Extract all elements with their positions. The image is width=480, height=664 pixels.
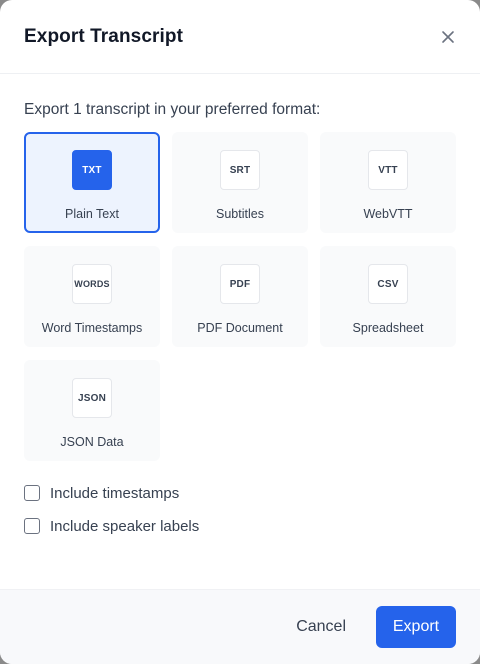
format-label: Subtitles: [216, 207, 264, 221]
txt-file-icon: TXT: [72, 150, 112, 190]
format-label: WebVTT: [363, 207, 413, 221]
include-timestamps-option[interactable]: Include timestamps: [24, 483, 456, 503]
pdf-file-icon: PDF: [220, 264, 260, 304]
export-options: Include timestamps Include speaker label…: [24, 483, 456, 536]
format-label: JSON Data: [60, 435, 124, 449]
include-timestamps-label: Include timestamps: [50, 484, 180, 502]
dialog-footer: Cancel Export: [0, 589, 480, 664]
format-label: PDF Document: [197, 321, 283, 335]
close-icon: [442, 30, 454, 43]
json-file-icon: JSON: [72, 378, 112, 418]
format-option-pdf-document[interactable]: PDF PDF Document: [172, 246, 308, 347]
cancel-button[interactable]: Cancel: [278, 606, 364, 648]
vtt-file-icon: VTT: [368, 150, 408, 190]
export-button[interactable]: Export: [376, 606, 456, 648]
csv-file-icon: CSV: [368, 264, 408, 304]
srt-file-icon: SRT: [220, 150, 260, 190]
dialog-body: Export 1 transcript in your preferred fo…: [0, 100, 480, 536]
format-option-subtitles[interactable]: SRT Subtitles: [172, 132, 308, 233]
format-grid: TXT Plain Text SRT Subtitles VTT WebVTT …: [24, 132, 456, 461]
dialog-header: Export Transcript: [0, 0, 480, 74]
include-timestamps-checkbox[interactable]: [24, 485, 40, 501]
export-subtitle: Export 1 transcript in your preferred fo…: [24, 101, 321, 118]
format-option-plain-text[interactable]: TXT Plain Text: [24, 132, 160, 233]
format-label: Plain Text: [65, 207, 119, 221]
include-speaker-labels-option[interactable]: Include speaker labels: [24, 516, 456, 536]
words-file-icon: WORDS: [72, 264, 112, 304]
close-button[interactable]: [432, 21, 464, 53]
format-label: Spreadsheet: [352, 321, 424, 335]
dialog-title: Export Transcript: [24, 25, 184, 47]
include-speaker-labels-checkbox[interactable]: [24, 518, 40, 534]
format-option-webvtt[interactable]: VTT WebVTT: [320, 132, 456, 233]
format-option-spreadsheet[interactable]: CSV Spreadsheet: [320, 246, 456, 347]
format-label: Word Timestamps: [41, 321, 143, 335]
format-option-json-data[interactable]: JSON JSON Data: [24, 360, 160, 461]
export-dialog: Export Transcript Export 1 transcript in…: [0, 0, 480, 664]
include-speaker-labels-label: Include speaker labels: [50, 517, 200, 535]
format-option-word-timestamps[interactable]: WORDS Word Timestamps: [24, 246, 160, 347]
